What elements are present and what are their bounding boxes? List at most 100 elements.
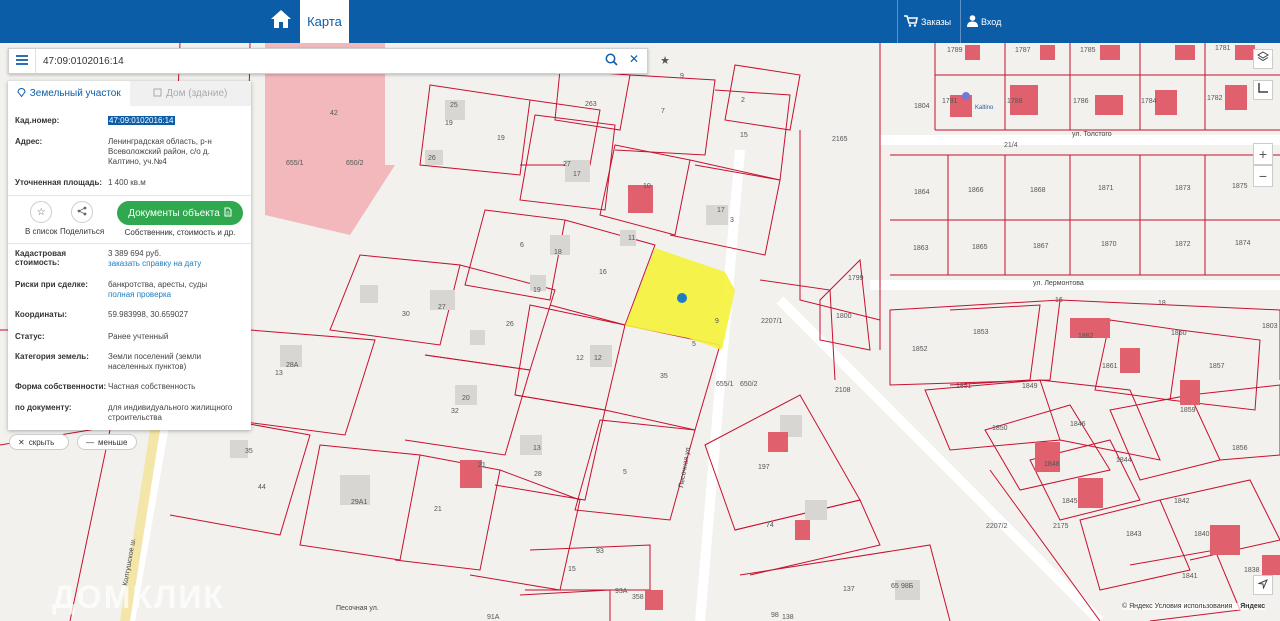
menu-button[interactable] xyxy=(9,49,36,73)
svg-text:655/1: 655/1 xyxy=(286,160,304,167)
svg-text:13: 13 xyxy=(533,445,541,452)
ownership-label: Форма собственности: xyxy=(15,382,107,391)
svg-text:32: 32 xyxy=(451,408,459,415)
divider xyxy=(8,243,251,244)
zoom-in-button[interactable]: + xyxy=(1253,143,1273,165)
svg-text:2165: 2165 xyxy=(832,136,848,143)
svg-text:1844: 1844 xyxy=(1116,457,1132,464)
less-label: меньше xyxy=(98,437,128,447)
tab-building[interactable]: Дом (здание) xyxy=(129,81,251,106)
svg-text:1842: 1842 xyxy=(1174,498,1190,505)
svg-text:1864: 1864 xyxy=(914,189,930,196)
selected-parcel-marker[interactable] xyxy=(677,293,687,303)
parcel-info-panel: Земельный участок Дом (здание) Кад.номер… xyxy=(8,81,251,430)
svg-text:1857: 1857 xyxy=(1209,363,1225,370)
login-button[interactable]: Вход xyxy=(967,0,1017,43)
divider xyxy=(897,0,898,43)
orders-button[interactable]: Заказы xyxy=(904,0,960,43)
coords-row: Координаты: 59.983998, 30.659027 xyxy=(15,310,245,320)
svg-text:263: 263 xyxy=(585,101,597,108)
risks-label: Риски при сделке: xyxy=(15,280,88,289)
svg-text:1843: 1843 xyxy=(1126,531,1142,538)
category-row: Категория земель: Земли поселений (земли… xyxy=(15,352,245,372)
svg-text:1841: 1841 xyxy=(1182,573,1198,580)
tab-map-label: Карта xyxy=(307,14,342,29)
svg-text:9: 9 xyxy=(680,73,684,80)
documents-button[interactable]: Документы объекта xyxy=(117,201,243,225)
svg-text:ул. Лермонтова: ул. Лермонтова xyxy=(1033,280,1084,287)
svg-text:19: 19 xyxy=(497,135,505,142)
svg-text:ул. Толстого: ул. Толстого xyxy=(1072,131,1112,138)
svg-text:1863: 1863 xyxy=(913,245,929,252)
svg-text:1784: 1784 xyxy=(1141,98,1157,105)
hide-button[interactable]: ✕ скрыть xyxy=(9,434,69,450)
svg-text:27: 27 xyxy=(563,161,571,168)
svg-text:21: 21 xyxy=(478,462,486,469)
svg-text:93: 93 xyxy=(596,548,604,555)
svg-text:1875: 1875 xyxy=(1232,183,1248,190)
svg-text:1781: 1781 xyxy=(1215,45,1231,52)
full-check-link[interactable]: полная проверка xyxy=(108,290,240,300)
svg-text:29А1: 29А1 xyxy=(351,499,367,506)
ruler-icon xyxy=(1257,81,1269,99)
tab-map[interactable]: Карта xyxy=(300,0,349,43)
add-to-list-button[interactable]: ☆ В список xyxy=(25,201,57,236)
svg-text:1799: 1799 xyxy=(848,275,864,282)
tab-land-plot[interactable]: Земельный участок xyxy=(8,81,130,106)
svg-text:12: 12 xyxy=(594,355,602,362)
svg-text:138: 138 xyxy=(782,614,794,621)
risks-value: банкротства, аресты, суды xyxy=(108,280,208,289)
svg-text:1845: 1845 xyxy=(1062,498,1078,505)
map-attribution[interactable]: © Яндекс Условия использования Яндекс xyxy=(1122,603,1266,610)
user-icon xyxy=(967,14,978,29)
favorite-button[interactable]: ★ xyxy=(655,48,675,72)
svg-text:98Б: 98Б xyxy=(901,583,914,590)
home-button[interactable] xyxy=(262,0,300,43)
close-icon[interactable]: ✕ xyxy=(629,52,639,66)
search-bar: ✕ xyxy=(8,48,648,74)
svg-text:44: 44 xyxy=(258,484,266,491)
svg-text:1865: 1865 xyxy=(972,244,988,251)
svg-text:16: 16 xyxy=(1055,297,1063,304)
less-button[interactable]: — меньше xyxy=(77,434,137,450)
layers-icon xyxy=(1257,50,1269,68)
svg-text:28А: 28А xyxy=(286,362,299,369)
svg-text:1787: 1787 xyxy=(1015,47,1031,54)
divider xyxy=(960,0,961,43)
svg-text:1853: 1853 xyxy=(973,329,989,336)
share-button[interactable]: Поделиться xyxy=(60,201,104,236)
share-icon xyxy=(77,206,87,218)
cad-value-row: Кадастровая стоимость: 3 389 694 руб. за… xyxy=(15,249,245,269)
svg-text:30: 30 xyxy=(402,311,410,318)
search-icon[interactable] xyxy=(605,53,618,71)
order-certificate-link[interactable]: заказать справку на дату xyxy=(108,259,240,269)
svg-text:1852: 1852 xyxy=(912,346,928,353)
svg-text:1866: 1866 xyxy=(968,187,984,194)
panel-tabs: Земельный участок Дом (здание) xyxy=(8,81,251,106)
cad-number-value[interactable]: 47:09:0102016:14 xyxy=(108,116,175,125)
cad-number-label: Кад.номер: xyxy=(15,116,60,125)
area-row: Уточненная площадь: 1 400 кв.м xyxy=(15,178,245,188)
svg-text:16: 16 xyxy=(599,269,607,276)
layers-button[interactable] xyxy=(1253,49,1273,69)
svg-text:1868: 1868 xyxy=(1030,187,1046,194)
zoom-out-button[interactable]: − xyxy=(1253,165,1273,187)
status-label: Статус: xyxy=(15,332,45,341)
login-label: Вход xyxy=(981,16,1002,27)
svg-text:1838: 1838 xyxy=(1244,567,1260,574)
svg-text:35: 35 xyxy=(660,373,668,380)
minus-icon: — xyxy=(86,437,94,447)
hide-label: скрыть xyxy=(28,437,55,447)
svg-text:358: 358 xyxy=(632,594,644,601)
svg-text:1860: 1860 xyxy=(1171,330,1187,337)
ruler-button[interactable] xyxy=(1253,80,1273,100)
coords-label: Координаты: xyxy=(15,310,68,319)
documents-subtitle: Собственник, стоимость и др. xyxy=(124,228,236,237)
svg-text:15: 15 xyxy=(740,132,748,139)
geolocation-button[interactable] xyxy=(1253,575,1273,595)
svg-text:1800: 1800 xyxy=(836,313,852,320)
tab-building-label: Дом (здание) xyxy=(166,88,228,99)
svg-text:91А: 91А xyxy=(487,614,500,621)
search-input[interactable] xyxy=(41,52,605,71)
svg-text:12: 12 xyxy=(576,355,584,362)
